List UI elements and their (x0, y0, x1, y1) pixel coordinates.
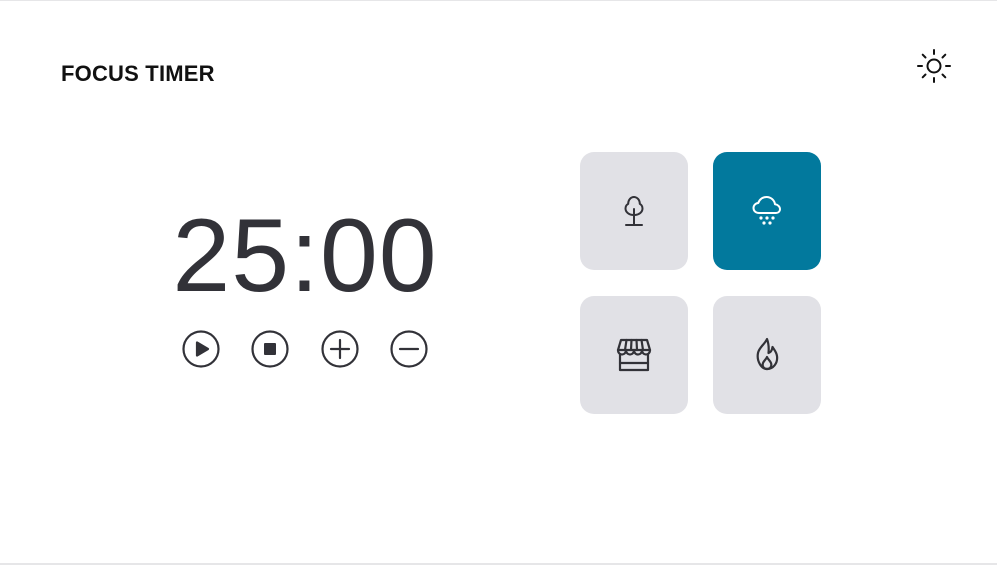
play-icon (181, 329, 221, 369)
sound-selector (580, 152, 822, 414)
timer-separator: : (290, 198, 320, 314)
plus-icon (320, 329, 360, 369)
decrease-time-button[interactable] (388, 328, 430, 370)
forest-sound-button[interactable] (580, 152, 688, 270)
tree-icon (613, 190, 655, 232)
timer-minutes: 25 (172, 198, 291, 314)
coffee-shop-sound-button[interactable] (580, 296, 688, 414)
rain-sound-button[interactable] (713, 152, 821, 270)
flame-icon (745, 333, 789, 377)
theme-toggle-button[interactable] (914, 46, 954, 86)
play-button[interactable] (180, 328, 222, 370)
app-title: FOCUS TIMER (61, 61, 215, 86)
cloud-rain-icon (745, 189, 789, 233)
sun-icon (915, 47, 953, 85)
minus-icon (389, 329, 429, 369)
focus-timer-page: FOCUS TIMER 25:00 (0, 0, 997, 565)
timer-controls (180, 328, 430, 370)
stop-button[interactable] (249, 328, 291, 370)
stop-icon (250, 329, 290, 369)
storefront-icon (611, 332, 657, 378)
timer-display: 25:00 (160, 201, 450, 311)
timer-seconds: 00 (319, 198, 438, 314)
increase-time-button[interactable] (319, 328, 361, 370)
fireplace-sound-button[interactable] (713, 296, 821, 414)
